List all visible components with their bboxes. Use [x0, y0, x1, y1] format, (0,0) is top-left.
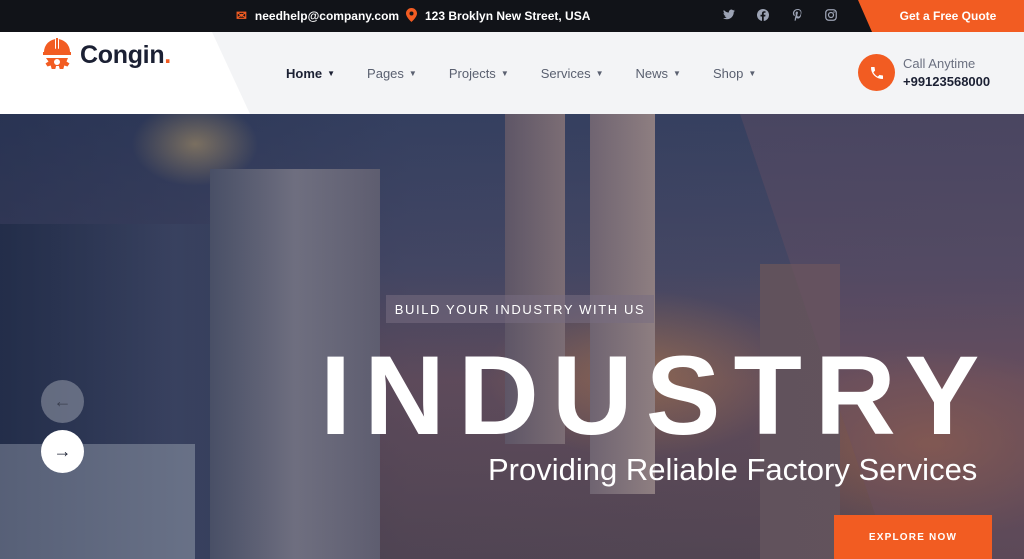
address-text: 123 Broklyn New Street, USA — [425, 9, 591, 23]
call-text: Call Anytime +99123568000 — [903, 56, 990, 89]
chevron-down-icon: ▼ — [595, 68, 604, 78]
hero-tagline: BUILD YOUR INDUSTRY WITH US — [386, 295, 654, 323]
envelope-icon: ✉ — [236, 8, 247, 23]
address-contact: 123 Broklyn New Street, USA — [406, 0, 590, 32]
nav-label: Shop — [712, 65, 744, 81]
logo-dot: . — [164, 40, 172, 69]
hero-subline: Providing Reliable Factory Services — [488, 452, 978, 487]
chevron-down-icon: ▼ — [748, 68, 757, 78]
logo-text: Congin — [80, 40, 165, 69]
pinterest-icon[interactable] — [780, 8, 814, 24]
main-nav: Home ▼ Pages ▼ Projects ▼ Services ▼ News ▼ S… — [286, 32, 788, 114]
slider-next-button[interactable]: → — [41, 430, 84, 473]
main-header: Congin. Home ▼ Pages ▼ Projects ▼ Services ▼… — [0, 32, 1024, 114]
call-anytime: Call Anytime +99123568000 — [858, 54, 990, 91]
facebook-icon[interactable] — [746, 8, 780, 24]
nav-item-projects[interactable]: Projects ▼ — [449, 66, 509, 81]
chevron-down-icon: ▼ — [673, 68, 681, 78]
get-quote-button[interactable]: Get a Free Quote — [858, 0, 1024, 32]
hero-headline: INDUSTRY — [320, 333, 993, 458]
map-pin-icon — [406, 7, 417, 25]
slider-prev-button[interactable]: ← — [41, 380, 84, 423]
chevron-down-icon: ▼ — [327, 68, 336, 78]
twitter-icon[interactable] — [712, 9, 746, 23]
nav-item-services[interactable]: Services ▼ — [541, 66, 604, 81]
site-logo[interactable]: Congin. — [40, 36, 171, 74]
arrow-left-icon: ← — [53, 391, 72, 411]
nav-item-home[interactable]: Home ▼ — [286, 66, 335, 81]
chevron-down-icon: ▼ — [408, 68, 417, 78]
call-label: Call Anytime — [903, 56, 976, 71]
arrow-right-icon: → — [53, 441, 72, 461]
nav-item-news[interactable]: News ▼ — [636, 66, 681, 81]
nav-label: News — [635, 65, 669, 81]
hero-slider: BUILD YOUR INDUSTRY WITH US INDUSTRY Pro… — [0, 114, 1024, 559]
nav-item-shop[interactable]: Shop ▼ — [713, 66, 756, 81]
phone-icon[interactable] — [858, 54, 895, 91]
nav-label: Projects — [448, 65, 496, 81]
helmet-gear-logo-icon — [43, 38, 71, 69]
logo-area: Congin. — [0, 32, 250, 114]
nav-label: Services — [540, 65, 591, 81]
call-number[interactable]: +99123568000 — [903, 74, 990, 89]
nav-item-pages[interactable]: Pages ▼ — [367, 66, 417, 81]
email-text[interactable]: needhelp@company.com — [255, 9, 399, 23]
instagram-icon[interactable] — [814, 8, 848, 24]
explore-now-button[interactable]: EXPLORE NOW — [834, 515, 992, 559]
social-links — [712, 0, 848, 32]
nav-label: Home — [286, 65, 323, 81]
email-contact[interactable]: ✉ needhelp@company.com — [236, 0, 399, 32]
chevron-down-icon: ▼ — [500, 68, 509, 78]
top-bar: ✉ needhelp@company.com 123 Broklyn New S… — [0, 0, 1024, 32]
nav-label: Pages — [367, 65, 404, 81]
